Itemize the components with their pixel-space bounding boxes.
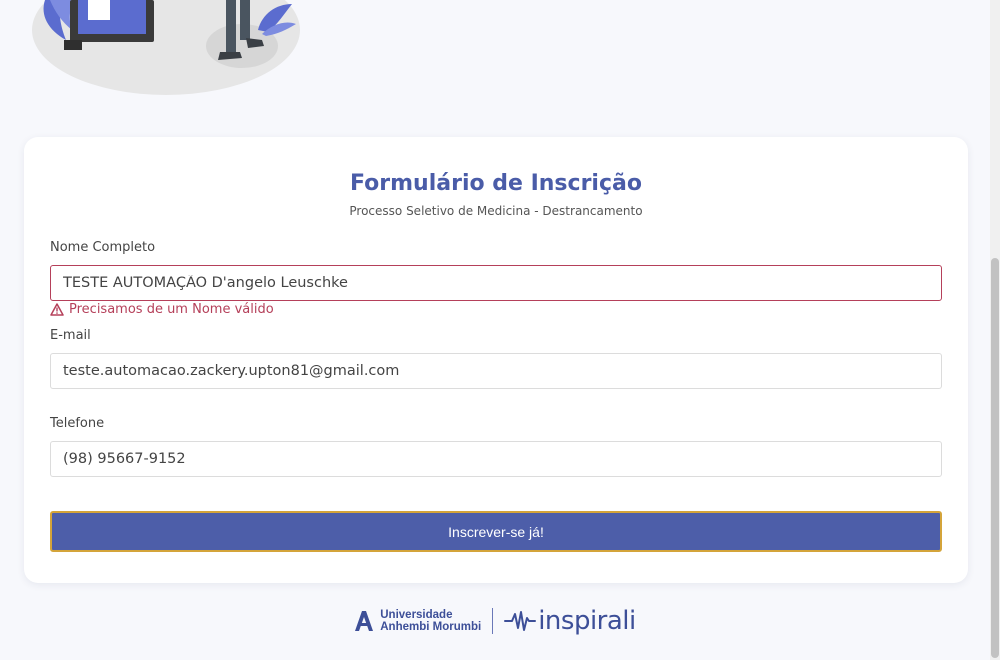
scrollbar-thumb[interactable] (991, 258, 999, 658)
submit-button[interactable]: Inscrever-se já! (50, 511, 942, 552)
phone-input[interactable] (50, 441, 942, 477)
scrollbar-track[interactable] (990, 0, 1000, 660)
inspirali-text: inspirali (538, 606, 636, 636)
inspirali-logo: inspirali (504, 606, 636, 636)
phone-label: Telefone (50, 416, 105, 431)
name-input[interactable] (50, 265, 942, 301)
anhembi-morumbi-logo: Universidade Anhembi Morumbi (354, 609, 481, 633)
footer-logos: Universidade Anhembi Morumbi inspirali (0, 604, 990, 638)
warning-icon (50, 303, 64, 316)
footer-divider (492, 608, 494, 634)
uam-line2: Anhembi Morumbi (380, 621, 482, 633)
email-label: E-mail (50, 328, 91, 343)
page: Formulário de Inscrição Processo Seletiv… (0, 0, 1000, 660)
name-error-text: Precisamos de um Nome válido (69, 302, 274, 317)
uam-line1: Universidade (380, 609, 453, 621)
illustration-image (32, 0, 300, 95)
form-title: Formulário de Inscrição (350, 171, 642, 196)
form-subtitle: Processo Seletivo de Medicina - Destranc… (349, 204, 643, 218)
anhembi-morumbi-logo-icon (355, 611, 374, 631)
registration-form-card: Formulário de Inscrição Processo Seletiv… (24, 137, 968, 583)
inspirali-wave-icon (504, 611, 537, 631)
name-label: Nome Completo (50, 240, 156, 255)
name-error-message: Precisamos de um Nome válido (50, 302, 274, 317)
email-input[interactable] (50, 353, 942, 389)
